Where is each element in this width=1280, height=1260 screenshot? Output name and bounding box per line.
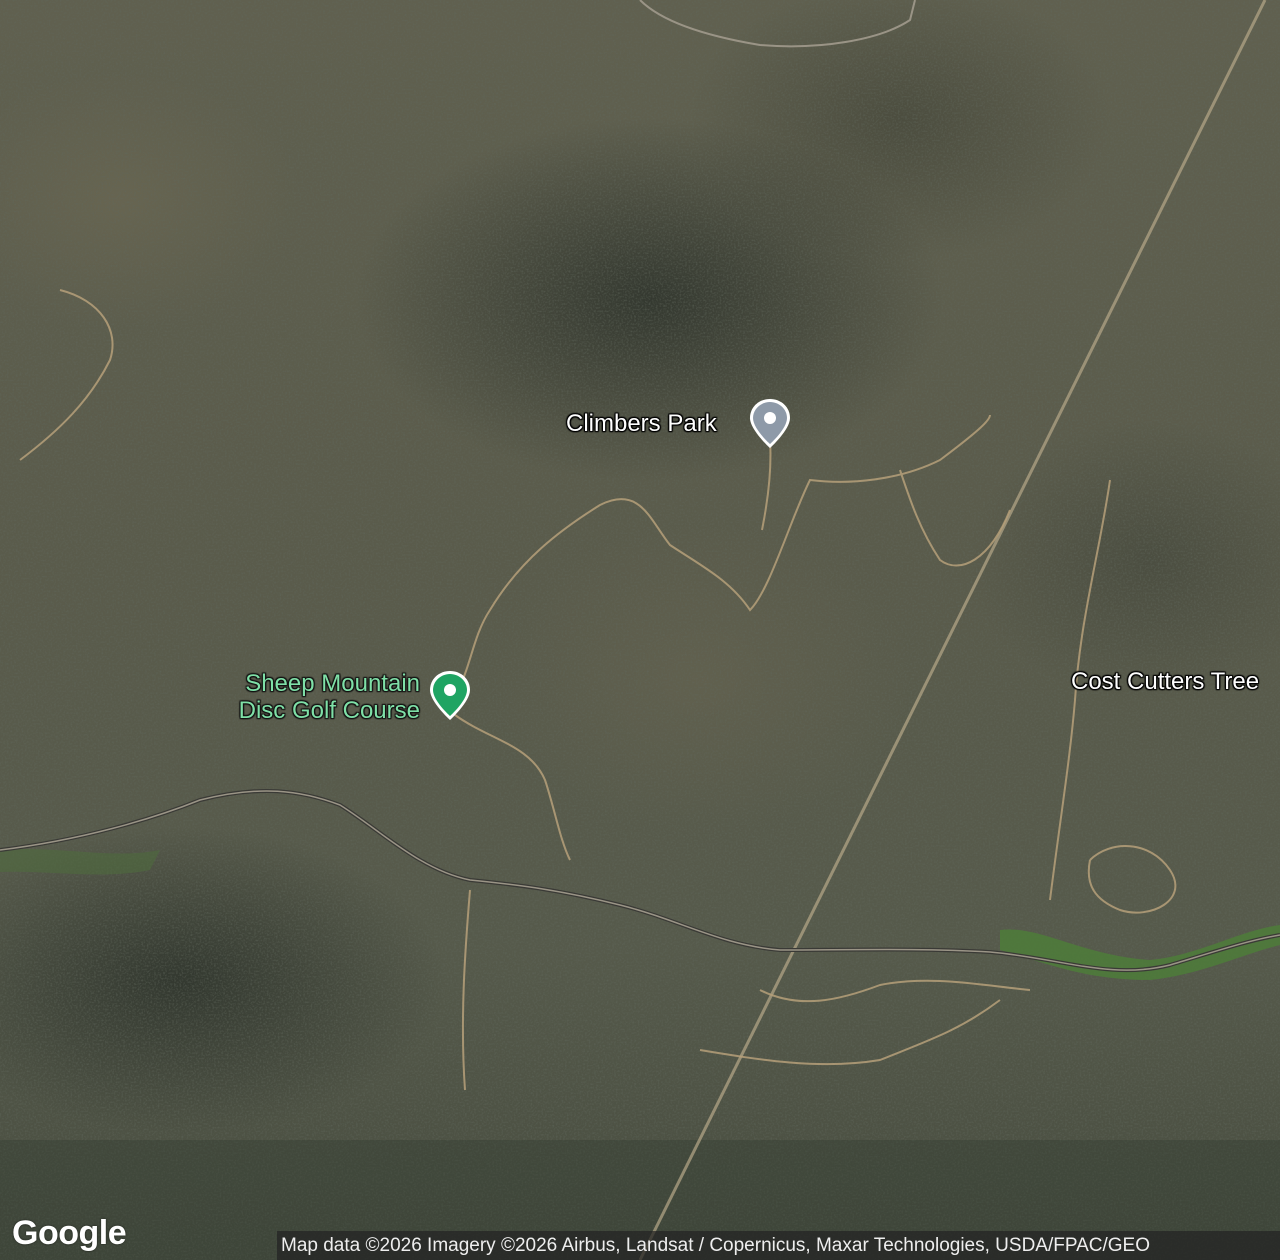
cost-cutters-label[interactable]: Cost Cutters Tree [1071, 668, 1259, 695]
map-attribution: Map data ©2026 Imagery ©2026 Airbus, Lan… [277, 1231, 1280, 1260]
terrain-overlay [0, 0, 1280, 1260]
google-logo: Google [12, 1214, 127, 1252]
disc-golf-label-line1: Sheep Mountain [245, 670, 420, 697]
disc-golf-label[interactable]: Sheep Mountain Disc Golf Course [239, 670, 420, 724]
disc-golf-pin-icon[interactable] [426, 670, 474, 722]
climbers-park-label[interactable]: Climbers Park [566, 410, 717, 437]
disc-golf-label-line2: Disc Golf Course [238, 697, 420, 724]
climbers-park-pin-icon[interactable] [746, 398, 794, 450]
satellite-map[interactable]: Climbers Park Sheep Mountain Disc Golf C… [0, 0, 1280, 1260]
